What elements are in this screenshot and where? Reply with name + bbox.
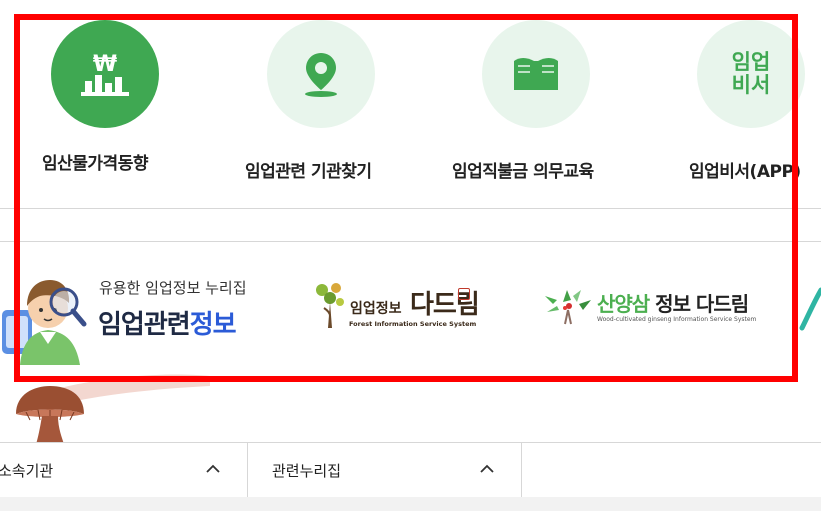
banner-forest-info-service[interactable]: 임업정보 다드림 Forest Information Service Syst… — [312, 242, 512, 369]
divider — [0, 208, 821, 209]
forestry-secretary-app-icon: 임업 비서 — [697, 20, 805, 128]
quick-item-education[interactable]: 임업직불금 의무교육 — [430, 20, 630, 200]
banner-subtitle: 유용한 임업정보 누리집 — [99, 279, 247, 297]
location-pin-icon — [267, 20, 375, 128]
quick-item-find-institution[interactable]: 임업관련 기관찾기 — [215, 20, 415, 200]
quick-label: 임업관련 기관찾기 — [245, 162, 372, 182]
character-with-magnifier-icon — [2, 280, 87, 365]
next-banner-graphic — [799, 287, 821, 331]
footer-link-bar: 소속기관 관련누리집 — [0, 442, 821, 498]
quick-menu: ₩ 임산물가격동향 임업관련 기관찾기 임업직불금 의무교육 임업 비서 임업비… — [0, 0, 821, 208]
chevron-up-icon — [206, 464, 220, 473]
footer-label: 관련누리집 — [272, 462, 342, 480]
open-book-icon — [482, 20, 590, 128]
quick-item-app[interactable]: 임업 비서 임업비서(APP) — [645, 20, 821, 200]
footer-affiliated-institutions[interactable]: 소속기관 — [0, 443, 248, 498]
tree-logo-icon — [316, 283, 344, 328]
bottom-strip — [0, 497, 821, 511]
banner-strip: 유용한 임업정보 누리집 임업관련정보 임업정보 다드림 Forest Info… — [0, 242, 821, 369]
banner-forestry-info[interactable]: 유용한 임업정보 누리집 임업관련정보 — [0, 242, 270, 369]
mushroom-decoration-icon — [16, 374, 210, 444]
banner-title: 임업관련정보 — [98, 310, 237, 340]
banner-ginseng-info[interactable]: 산양삼 정보 다드림 Wood-cultivated ginseng Infor… — [543, 242, 756, 369]
quick-item-price-trend[interactable]: ₩ 임산물가격동향 — [0, 20, 200, 200]
chevron-up-icon — [480, 464, 494, 473]
footer-related-sites[interactable]: 관련누리집 — [248, 443, 522, 498]
quick-label: 임산물가격동향 — [42, 154, 148, 174]
svg-text:₩: ₩ — [93, 52, 117, 77]
quick-label: 임업비서(APP) — [689, 162, 801, 182]
quick-label: 임업직불금 의무교육 — [452, 162, 594, 182]
price-chart-icon: ₩ — [51, 20, 159, 128]
seal-mark — [458, 288, 470, 300]
ginseng-logo-icon — [545, 290, 591, 325]
footer-label: 소속기관 — [0, 462, 54, 480]
